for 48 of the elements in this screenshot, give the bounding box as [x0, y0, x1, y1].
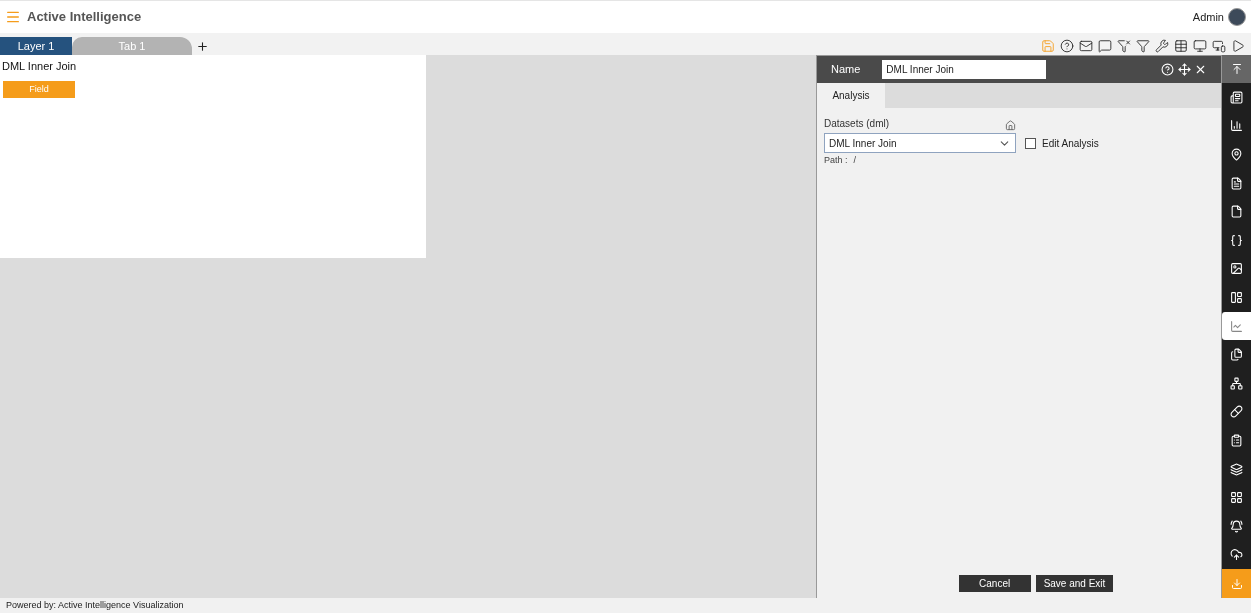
bar-chart-icon [1230, 119, 1243, 133]
edit-analysis-label: Edit Analysis [1042, 136, 1099, 151]
add-tab-icon[interactable] [196, 40, 209, 53]
cloud-upload-icon [1230, 548, 1243, 562]
edit-analysis-checkbox[interactable] [1025, 137, 1036, 149]
app-title: Active Intelligence [27, 8, 142, 27]
image-icon [1230, 262, 1243, 276]
name-input[interactable]: DML Inner Join [882, 60, 1047, 79]
layout-icon [1230, 290, 1243, 304]
play-icon[interactable] [1231, 39, 1245, 53]
name-label: Name [831, 62, 861, 78]
widget-title: DML Inner Join [2, 59, 78, 74]
devices-icon[interactable] [1212, 39, 1226, 53]
table-icon[interactable] [1174, 39, 1188, 53]
braces-icon [1230, 233, 1243, 247]
comment-icon[interactable] [1098, 39, 1112, 53]
network-icon [1230, 376, 1243, 390]
tab[interactable]: Layer 1 [0, 37, 72, 55]
filter-icon[interactable] [1136, 39, 1150, 53]
datasets-label: Datasets (dml) [824, 117, 889, 131]
home-icon[interactable] [1005, 120, 1016, 131]
path-value: / [853, 154, 857, 167]
document-icon [1230, 176, 1243, 190]
clipboard-icon [1230, 433, 1243, 447]
file-icon [1230, 205, 1243, 219]
save-and-exit-button[interactable]: Save and Exit [1035, 575, 1114, 592]
mail-icon[interactable] [1079, 39, 1093, 53]
user-name[interactable]: Admin [1192, 8, 1224, 26]
tools-icon[interactable] [1155, 39, 1169, 53]
move-icon[interactable] [1178, 63, 1191, 76]
path-label: Path : [824, 154, 848, 167]
avatar-icon[interactable] [1228, 8, 1246, 26]
panel-tab[interactable]: Analysis [817, 83, 885, 108]
sidebar-item[interactable] [1222, 311, 1251, 341]
collapse-up-icon[interactable] [1230, 63, 1243, 75]
line-chart-icon [1230, 319, 1243, 333]
monitor-icon[interactable] [1193, 39, 1207, 53]
footer-text: Powered by: Active Intelligence Visualization [6, 598, 184, 612]
cancel-button[interactable]: Cancel [958, 575, 1031, 592]
newspaper-icon [1230, 90, 1243, 104]
close-icon[interactable] [1194, 63, 1207, 76]
files-icon [1230, 348, 1243, 362]
clear-filter-icon[interactable] [1117, 39, 1131, 53]
layers-icon [1230, 462, 1243, 476]
help-icon[interactable] [1060, 39, 1074, 53]
dataset-select[interactable]: DML Inner Join [824, 133, 1016, 153]
map-pin-icon [1230, 148, 1243, 161]
bell-icon [1230, 519, 1243, 533]
